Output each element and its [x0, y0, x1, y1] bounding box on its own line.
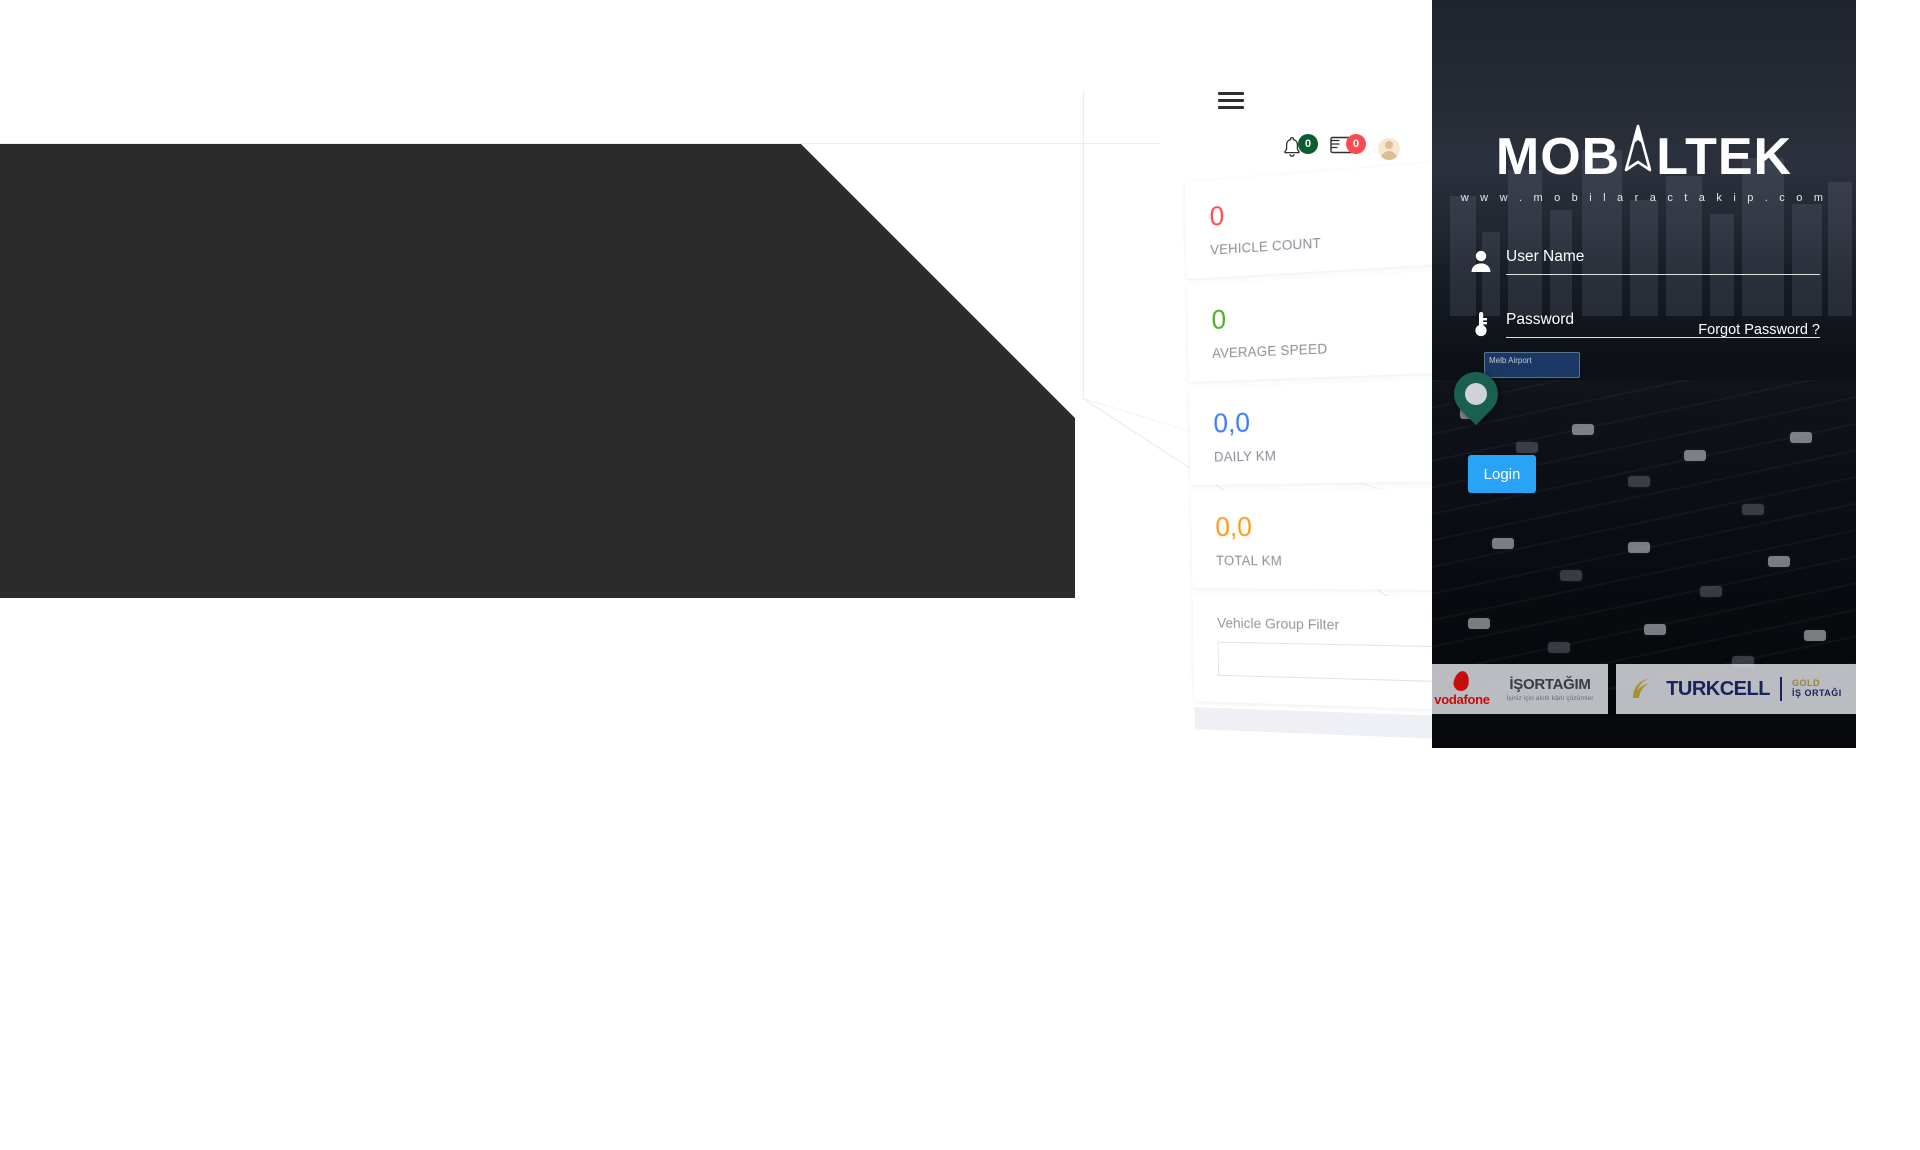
login-panel: Melb Airport MOB LTEK w w w . m o b i l … [1432, 0, 1856, 748]
partner-divider [1779, 677, 1782, 701]
partner-label: TURKCELL [1666, 677, 1770, 700]
highway-band [1432, 380, 1856, 690]
brand-logo: MOB LTEK w w w . m o b i l a r a c t a k… [1432, 124, 1856, 204]
partner-logo-isortagim: İŞORTAĞIM İşiniz için akıllı kârlı çözüm… [1492, 664, 1608, 714]
notification-badge: 0 [1298, 134, 1318, 154]
partner-tagline: GOLD İŞ ORTAĞI [1791, 678, 1842, 699]
login-button[interactable]: Login [1468, 455, 1536, 493]
compass-arrow-icon [1621, 124, 1655, 174]
hamburger-bar [1218, 106, 1244, 109]
message-envelope-button[interactable]: 0 [1330, 134, 1366, 162]
logo-text-right: LTEK [1656, 128, 1793, 186]
notification-bell-button[interactable]: 0 [1282, 134, 1318, 162]
username-input[interactable] [1506, 246, 1820, 275]
user-avatar[interactable] [1378, 138, 1400, 160]
turkcell-swirl-icon [1630, 676, 1656, 702]
background-dark-panel [0, 143, 1075, 598]
logo-url: w w w . m o b i l a r a c t a k i p . c … [1460, 192, 1828, 204]
login-background-photo: Melb Airport [1432, 0, 1856, 748]
login-form [1468, 246, 1820, 372]
partner-logo-turkcell: TURKCELL GOLD İŞ ORTAĞI [1616, 664, 1856, 714]
partner-label: İŞORTAĞIM [1509, 676, 1591, 693]
partner-logo-vodafone: vodafone [1432, 664, 1492, 714]
partner-tagline-line2: İŞ ORTAĞI [1791, 688, 1842, 698]
guide-line-horizontal [0, 143, 1160, 144]
vodafone-drop-icon [1454, 671, 1469, 691]
partner-label: vodafone [1434, 692, 1490, 707]
logo-text-left: MOB [1495, 128, 1621, 186]
hamburger-bar [1218, 99, 1244, 102]
forgot-password-link[interactable]: Forgot Password ? [1698, 322, 1820, 338]
key-icon [1468, 309, 1494, 339]
partner-subtitle: İşiniz için akıllı kârlı çözümler [1506, 695, 1594, 702]
guide-line-vertical [1083, 90, 1084, 400]
partner-logo-strip: vodafone İŞORTAĞIM İşiniz için akıllı kâ… [1432, 664, 1856, 714]
avatar-image [1378, 138, 1400, 160]
panel-bottom-shadow [1432, 714, 1856, 748]
screen-root: 0 0 0 VEHICLE COUNT 0 AVERAGE SPEED 0,0 … [0, 0, 1920, 1150]
username-field-row [1468, 246, 1820, 275]
user-icon [1468, 246, 1494, 276]
header-icon-group: 0 0 [1282, 134, 1400, 162]
hamburger-bar [1218, 92, 1244, 95]
map-pin-icon [1444, 362, 1508, 426]
hamburger-menu-icon[interactable] [1218, 92, 1244, 112]
dashboard-header [1218, 92, 1244, 112]
message-badge: 0 [1346, 134, 1366, 154]
